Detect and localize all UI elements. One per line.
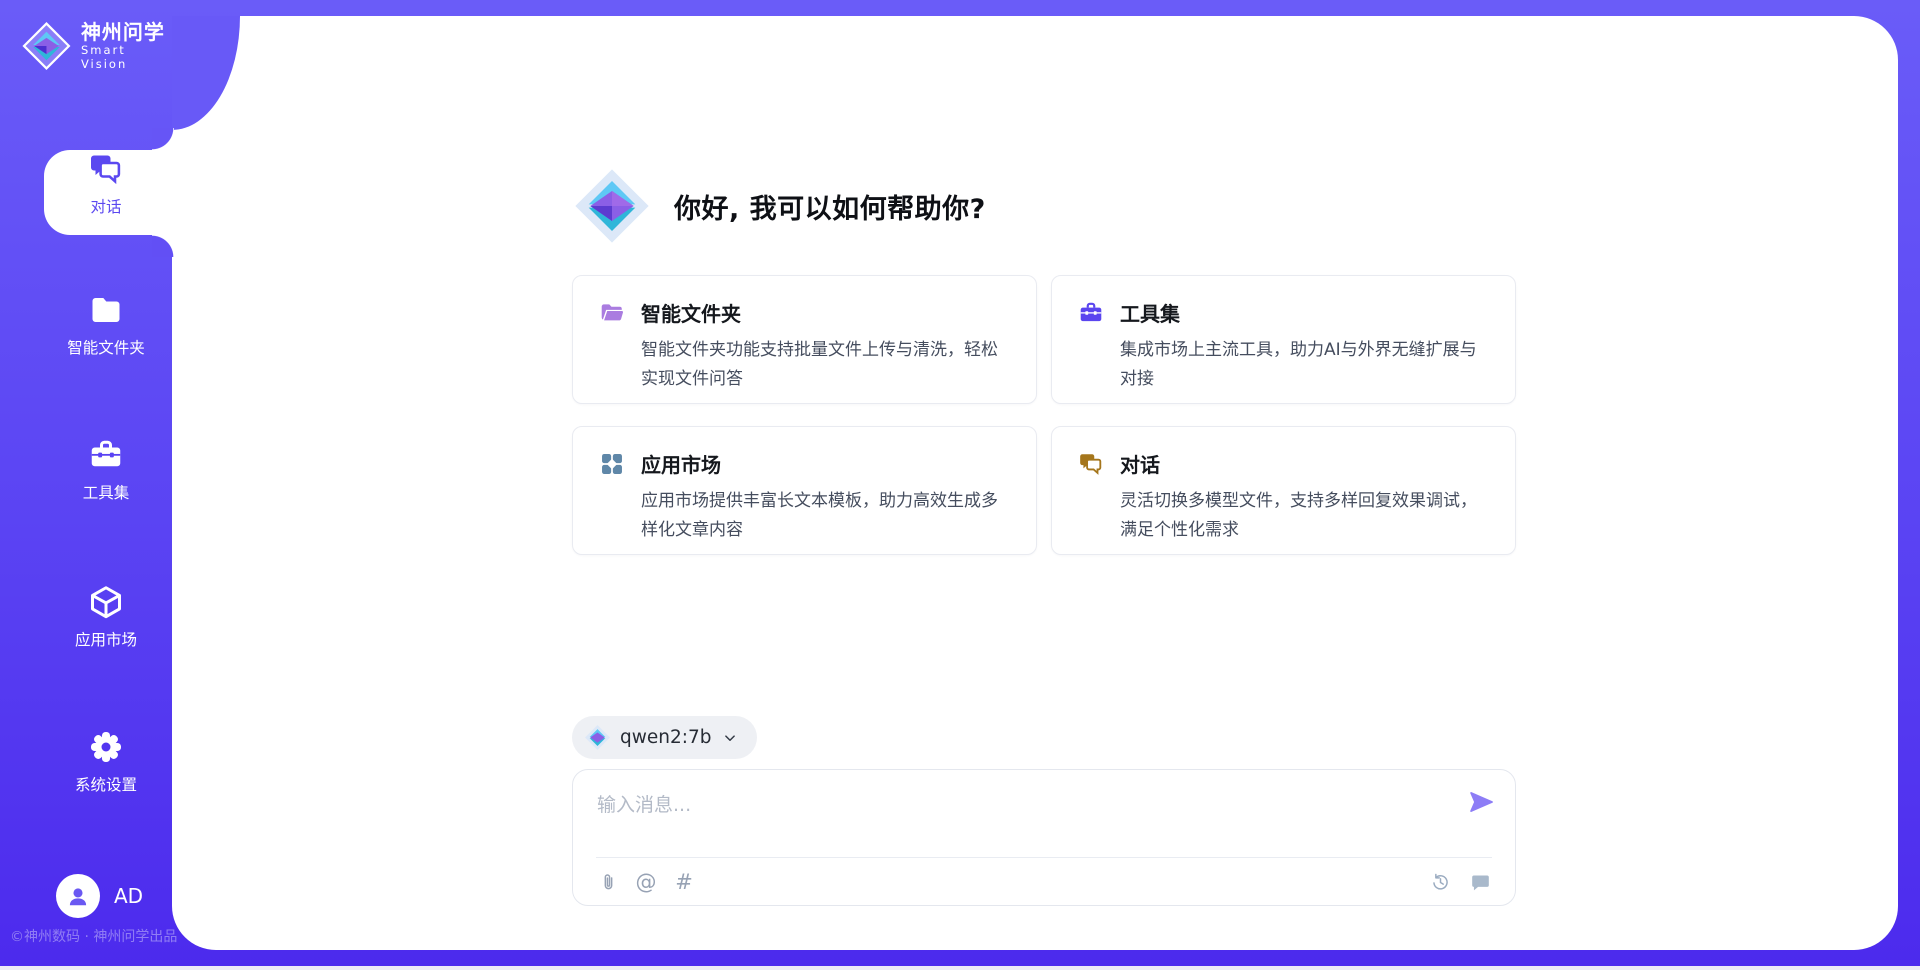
- folder-icon: [88, 292, 124, 328]
- send-button[interactable]: [1467, 788, 1495, 816]
- paperclip-icon: [598, 872, 619, 893]
- copyright-text: ©神州数码 · 神州问学出品: [10, 926, 177, 946]
- composer-toolbar: @ #: [596, 858, 1492, 906]
- sidebar-item-label: 工具集: [40, 481, 172, 503]
- feature-cards: 智能文件夹 智能文件夹功能支持批量文件上传与清洗，轻松实现文件问答 工具: [572, 275, 1516, 555]
- model-selector[interactable]: qwen2:7b: [572, 716, 757, 759]
- attach-file-button[interactable]: [596, 870, 620, 894]
- model-name: qwen2:7b: [620, 727, 712, 748]
- folder-open-icon: [599, 300, 625, 326]
- chevron-down-icon: [721, 729, 739, 747]
- sidebar-item-settings[interactable]: 系统设置: [40, 729, 172, 795]
- brand-logo-icon: [22, 20, 71, 72]
- card-toolset[interactable]: 工具集 集成市场上主流工具，助力AI与外界无缝扩展与对接: [1051, 275, 1516, 404]
- message-input[interactable]: [597, 790, 1437, 848]
- card-smart-folder[interactable]: 智能文件夹 智能文件夹功能支持批量文件上传与清洗，轻松实现文件问答: [572, 275, 1037, 404]
- sidebar-item-label: 智能文件夹: [40, 336, 172, 358]
- card-title: 工具集: [1120, 298, 1180, 327]
- card-head: 智能文件夹: [599, 298, 1010, 327]
- sidebar-item-label: 对话: [40, 195, 172, 217]
- person-icon: [65, 883, 91, 909]
- card-description: 智能文件夹功能支持批量文件上传与清洗，轻松实现文件问答: [599, 336, 1010, 394]
- brand-diamond-icon: [572, 166, 652, 246]
- sidebar: 神州问学 Smart Vision 对话 智能文件夹: [0, 0, 172, 970]
- new-chat-button[interactable]: [1468, 870, 1492, 894]
- chat-bubbles-icon: [88, 151, 124, 187]
- user-name: AD: [114, 884, 143, 908]
- brand-name: 神州问学: [81, 21, 172, 44]
- card-head: 应用市场: [599, 449, 1010, 478]
- briefcase-icon: [1078, 300, 1104, 326]
- tab-fillet-bottom: [152, 235, 174, 257]
- message-composer: @ #: [572, 769, 1516, 906]
- user-account[interactable]: AD: [56, 874, 143, 918]
- mention-button[interactable]: @: [634, 870, 658, 894]
- card-title: 应用市场: [641, 449, 721, 478]
- card-head: 工具集: [1078, 298, 1489, 327]
- card-title: 智能文件夹: [641, 298, 741, 327]
- avatar: [56, 874, 100, 918]
- hashtag-button[interactable]: #: [672, 870, 696, 894]
- main-panel: 你好, 我可以如何帮助你? 智能文件夹 智能文件夹功能支持批量文件上传与清洗，轻…: [172, 16, 1898, 950]
- card-title: 对话: [1120, 449, 1160, 478]
- card-description: 灵活切换多模型文件，支持多样回复效果调试，满足个性化需求: [1078, 487, 1489, 545]
- card-description: 集成市场上主流工具，助力AI与外界无缝扩展与对接: [1078, 336, 1489, 394]
- briefcase-icon: [88, 437, 124, 473]
- main-content: 你好, 我可以如何帮助你? 智能文件夹 智能文件夹功能支持批量文件上传与清洗，轻…: [572, 16, 1516, 950]
- brand: 神州问学 Smart Vision: [22, 20, 172, 72]
- card-head: 对话: [1078, 449, 1489, 478]
- sidebar-item-label: 系统设置: [40, 773, 172, 795]
- history-clock-icon: [1430, 872, 1451, 893]
- card-description: 应用市场提供丰富长文本模板，助力高效生成多样化文章内容: [599, 487, 1010, 545]
- sidebar-item-toolset[interactable]: 工具集: [40, 437, 172, 503]
- chat-bubbles-icon: [1078, 451, 1104, 477]
- brand-subtitle: Smart Vision: [81, 44, 172, 72]
- gear-icon: [88, 729, 124, 765]
- model-logo-icon: [584, 724, 611, 751]
- send-icon: [1467, 788, 1495, 816]
- chat-bubble-icon: [1470, 872, 1491, 893]
- bottom-strip: [0, 966, 1920, 970]
- brand-text: 神州问学 Smart Vision: [81, 21, 172, 72]
- card-app-market[interactable]: 应用市场 应用市场提供丰富长文本模板，助力高效生成多样化文章内容: [572, 426, 1037, 555]
- app-grid-icon: [599, 451, 625, 477]
- card-chat[interactable]: 对话 灵活切换多模型文件，支持多样回复效果调试，满足个性化需求: [1051, 426, 1516, 555]
- greeting-block: 你好, 我可以如何帮助你?: [572, 166, 986, 246]
- cube-icon: [88, 584, 124, 620]
- sidebar-item-smart-folder[interactable]: 智能文件夹: [40, 292, 172, 358]
- tab-fillet-top: [152, 128, 174, 150]
- history-button[interactable]: [1428, 870, 1452, 894]
- sidebar-item-app-market[interactable]: 应用市场: [40, 584, 172, 650]
- sidebar-item-label: 应用市场: [40, 628, 172, 650]
- sidebar-item-chat[interactable]: 对话: [40, 151, 172, 217]
- greeting-title: 你好, 我可以如何帮助你?: [674, 187, 986, 226]
